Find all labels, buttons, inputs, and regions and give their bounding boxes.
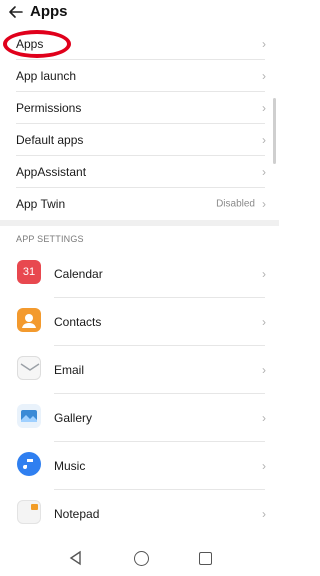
app-header: Apps (0, 0, 279, 26)
menu-item-label: App Twin (16, 197, 66, 211)
menu-item-label: Default apps (16, 133, 84, 147)
gallery-icon (17, 404, 41, 428)
app-label: Contacts (54, 315, 102, 329)
highlight-circle (3, 30, 71, 58)
menu-item-app-twin[interactable]: App Twin Disabled › (0, 188, 279, 220)
app-item-contacts[interactable]: Contacts › (0, 298, 279, 346)
menu-item-appassistant[interactable]: AppAssistant › (0, 156, 279, 188)
system-nav-bar (0, 540, 279, 576)
menu-item-default-apps[interactable]: Default apps › (0, 124, 279, 156)
section-separator (0, 220, 279, 226)
chevron-right-icon: › (262, 133, 266, 147)
chevron-right-icon: › (262, 363, 266, 377)
page-title: Apps (30, 3, 68, 20)
email-icon (17, 356, 41, 380)
app-label: Calendar (54, 267, 103, 281)
app-label: Music (54, 459, 86, 473)
chevron-right-icon: › (262, 507, 266, 521)
chevron-right-icon: › (262, 459, 266, 473)
app-item-notepad[interactable]: Notepad › (0, 490, 279, 538)
notepad-icon (17, 500, 41, 524)
section-header: APP SETTINGS (16, 234, 84, 244)
menu-item-permissions[interactable]: Permissions › (0, 92, 279, 124)
app-item-music[interactable]: Music › (0, 442, 279, 490)
chevron-right-icon: › (262, 267, 266, 281)
chevron-right-icon: › (262, 69, 266, 83)
chevron-right-icon: › (262, 165, 266, 179)
chevron-right-icon: › (262, 37, 266, 51)
menu-item-label: Permissions (16, 101, 82, 115)
calendar-icon: 31 (17, 260, 41, 284)
chevron-right-icon: › (262, 315, 266, 329)
app-label: Notepad (54, 507, 100, 521)
scrollbar[interactable] (273, 98, 276, 164)
app-twin-status: Disabled (216, 198, 255, 210)
app-item-email[interactable]: Email › (0, 346, 279, 394)
calendar-date: 31 (22, 266, 36, 278)
app-settings-list: 31 Calendar › Contacts › Email › Gallery… (0, 250, 279, 538)
app-label: Email (54, 363, 85, 377)
menu-item-app-launch[interactable]: App launch › (0, 60, 279, 92)
chevron-right-icon: › (262, 197, 266, 211)
nav-back-icon[interactable] (68, 550, 84, 566)
chevron-right-icon: › (262, 101, 266, 115)
music-icon (17, 452, 41, 476)
nav-home-icon[interactable] (133, 550, 149, 566)
app-label: Gallery (54, 411, 93, 425)
arrow-left-icon[interactable] (6, 2, 26, 22)
app-item-gallery[interactable]: Gallery › (0, 394, 279, 442)
contacts-icon (17, 308, 41, 332)
menu-item-label: AppAssistant (16, 165, 87, 179)
chevron-right-icon: › (262, 411, 266, 425)
nav-recent-apps-icon[interactable] (198, 551, 212, 565)
menu-item-label: App launch (16, 69, 77, 83)
app-item-calendar[interactable]: 31 Calendar › (0, 250, 279, 298)
